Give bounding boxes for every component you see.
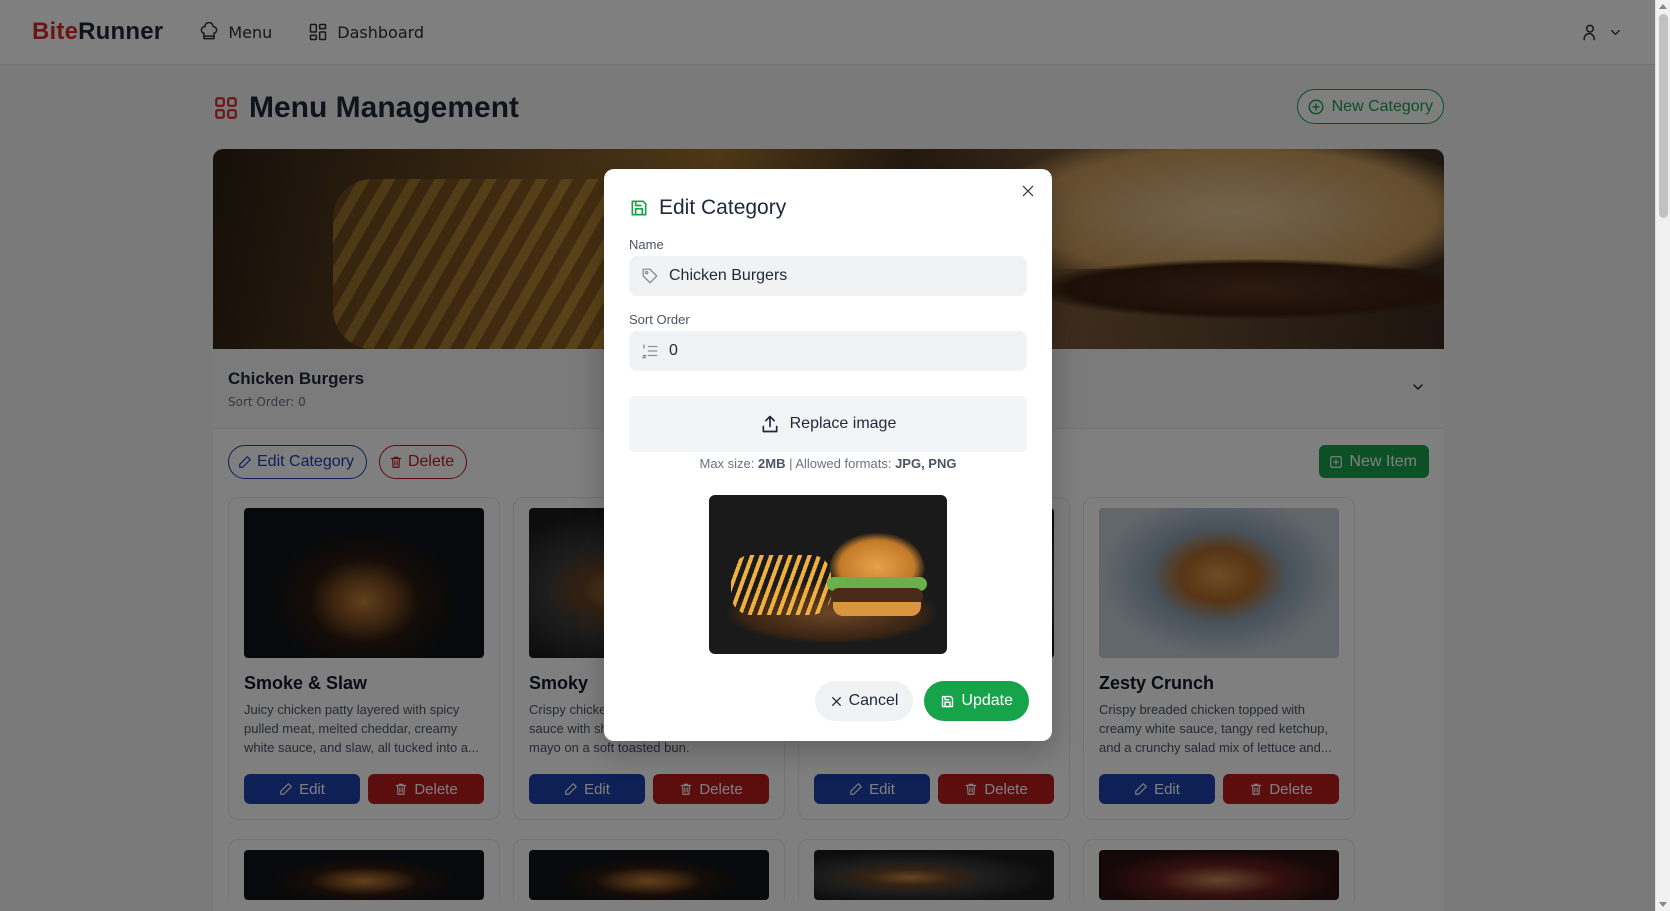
modal-title: Edit Category [629, 196, 786, 220]
sort-order-field[interactable]: 0 [629, 331, 1027, 371]
tag-icon [642, 268, 658, 284]
hint-size-value: 2MB [758, 456, 786, 471]
name-field-value: Chicken Burgers [669, 267, 788, 284]
cancel-label: Cancel [848, 692, 899, 709]
cancel-button[interactable]: Cancel [814, 681, 914, 721]
edit-category-modal: Edit Category Name Chicken Burgers Sort … [604, 169, 1052, 741]
sort-order-field-label: Sort Order [629, 312, 690, 327]
upload-icon [762, 415, 778, 433]
save-icon [942, 695, 954, 707]
replace-image-button[interactable]: Replace image [629, 396, 1027, 452]
update-button[interactable]: Update [924, 681, 1029, 721]
name-field-label: Name [629, 237, 664, 252]
scroll-up-arrow[interactable] [1659, 4, 1667, 9]
preview-bun-bottom [833, 602, 921, 616]
list-ordered-icon [641, 344, 658, 359]
replace-image-label: Replace image [789, 415, 897, 432]
preview-fries [731, 555, 831, 615]
scroll-down-arrow[interactable] [1659, 902, 1667, 907]
modal-actions: Cancel Update [814, 681, 1029, 721]
save-icon [631, 200, 647, 216]
category-image-preview [709, 495, 947, 654]
hint-formats-value: JPG, PNG [895, 456, 957, 471]
hint-formats-prefix: | Allowed formats: [785, 456, 896, 471]
close-icon [831, 696, 841, 706]
scroll-thumb[interactable] [1659, 14, 1668, 218]
hint-size-prefix: Max size: [699, 456, 759, 471]
sort-order-field-value: 0 [669, 342, 678, 359]
modal-title-text: Edit Category [659, 196, 787, 219]
name-field[interactable]: Chicken Burgers [629, 256, 1027, 296]
preview-bun-top [829, 533, 925, 581]
close-icon[interactable] [1020, 183, 1036, 199]
upload-hint: Max size: 2MB | Allowed formats: JPG, PN… [604, 456, 1052, 471]
update-label: Update [961, 692, 1013, 709]
page-scrollbar[interactable] [1655, 0, 1670, 911]
